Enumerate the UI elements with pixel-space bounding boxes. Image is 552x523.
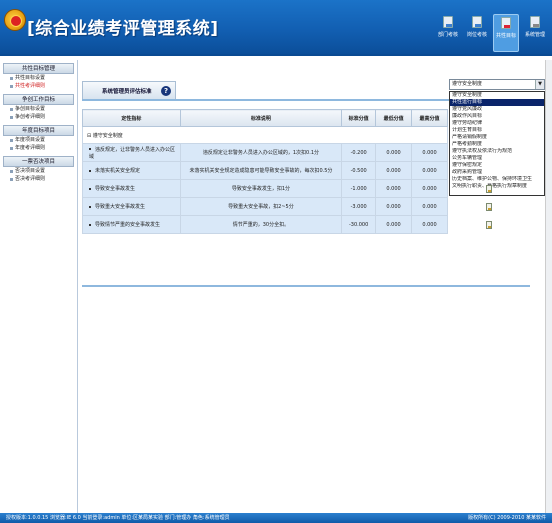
- min-score-cell: 0.000: [375, 143, 413, 162]
- sidebar-item-common-setting[interactable]: 共性目标设置: [3, 74, 74, 82]
- sidebar-group-header[interactable]: 一票否决项目: [3, 156, 74, 167]
- page-title-text: 系统管理员评估标准: [102, 88, 152, 95]
- nav-label: 岗位考核: [466, 32, 487, 38]
- divider: [82, 285, 530, 287]
- sidebar-item-compete-rules[interactable]: 争创考评细则: [3, 113, 74, 121]
- edit-cell: [448, 216, 530, 234]
- group-cell: ⊟ 遵守安全制度: [82, 126, 448, 144]
- nav-position-assessment[interactable]: 岗位考核: [464, 14, 490, 52]
- column-header: 标准说明: [179, 109, 343, 127]
- nav-system-management[interactable]: 系统管理: [522, 14, 548, 52]
- description-cell: 情节严重的，30分全扣。: [179, 215, 343, 234]
- table-header-row: 定性指标 标准说明 标准分值 最低分值 最高分值: [82, 109, 448, 127]
- chevron-down-icon[interactable]: ▼: [535, 80, 544, 89]
- app-header: [综合业绩考评管理系统] 部门考核 岗位考核 共性目标 系统管理: [0, 0, 552, 56]
- table-row[interactable]: 违反规定，让非警务人员进入办公区域 违反规定让非警务人员进入办公区域的，1次扣0…: [82, 143, 448, 162]
- category-select-value: 遵守安全制度: [452, 81, 483, 87]
- edit-icon[interactable]: [486, 185, 492, 193]
- indicator-cell: 未落实机关安全规定: [82, 161, 181, 180]
- standard-score-cell: -0.500: [341, 161, 377, 180]
- table-row[interactable]: 导致安全事故发生 导致安全事故发生，扣1分 -1.000 0.000 0.000: [82, 179, 448, 198]
- column-header: 最高分值: [411, 109, 448, 127]
- main-content: 系统管理员评估标准 ? 遵守安全制度 ▼ 遵守安全制度 共性运行目标 遵守党风廉…: [79, 60, 552, 513]
- nav-label: 系统管理: [524, 32, 545, 38]
- document-icon: [443, 16, 453, 28]
- edit-cell: [448, 198, 530, 216]
- sidebar-group-header[interactable]: 年度目标项目: [3, 125, 74, 136]
- edit-icon[interactable]: [486, 221, 492, 229]
- sidebar-group-annual: 年度目标项目 年度项目设置 年度考评细则: [3, 125, 74, 152]
- top-nav: 部门考核 岗位考核 共性目标 系统管理: [435, 14, 548, 52]
- rules-table: 定性指标 标准说明 标准分值 最低分值 最高分值 ⊟ 遵守安全制度 违反规定，让…: [82, 109, 448, 234]
- group-label: 遵守安全制度: [92, 132, 123, 139]
- sidebar-group-compete: 争创工作目标 争创目标设置 争创考评细则: [3, 94, 74, 121]
- sidebar-group-header[interactable]: 共性目标管理: [3, 63, 74, 74]
- category-select[interactable]: 遵守安全制度 ▼: [449, 79, 545, 90]
- description-cell: 导致重大安全事故，扣2~5分: [179, 197, 343, 216]
- nav-label: 部门考核: [437, 32, 458, 38]
- sidebar-item-annual-rules[interactable]: 年度考评细则: [3, 144, 74, 152]
- sidebar-item-veto-setting[interactable]: 否决项目设置: [3, 167, 74, 175]
- sidebar-item-annual-setting[interactable]: 年度项目设置: [3, 136, 74, 144]
- document-red-icon: [501, 17, 511, 29]
- sidebar-item-compete-setting[interactable]: 争创目标设置: [3, 105, 74, 113]
- indicator-cell: 导致情节严重的安全事故发生: [82, 215, 181, 234]
- sidebar-item-veto-rules[interactable]: 否决考评细则: [3, 175, 74, 183]
- sidebar: 共性目标管理 共性目标设置 共性考评细则 争创工作目标 争创目标设置 争创考评细…: [0, 60, 78, 513]
- dropdown-option[interactable]: 遵守安全制度: [450, 92, 544, 99]
- indicator-cell: 违反规定，让非警务人员进入办公区域: [82, 143, 181, 162]
- indicator-cell: 导致安全事故发生: [82, 179, 181, 198]
- table-row[interactable]: 导致情节严重的安全事故发生 情节严重的，30分全扣。 -30.000 0.000…: [82, 215, 448, 234]
- sidebar-group-common: 共性目标管理 共性目标设置 共性考评细则: [3, 63, 74, 90]
- standard-score-cell: -1.000: [341, 179, 377, 198]
- gear-icon: [530, 16, 540, 28]
- min-score-cell: 0.000: [375, 179, 413, 198]
- min-score-cell: 0.000: [375, 197, 413, 216]
- emblem-logo: [4, 9, 26, 31]
- table-row[interactable]: 导致重大安全事故发生 导致重大安全事故，扣2~5分 -3.000 0.000 0…: [82, 197, 448, 216]
- dropdown-option[interactable]: 廉政作风目标: [450, 113, 544, 120]
- app-title: [综合业绩考评管理系统]: [27, 19, 219, 39]
- min-score-cell: 0.000: [375, 161, 413, 180]
- collapse-icon[interactable]: ⊟: [87, 133, 91, 139]
- standard-score-cell: -3.000: [341, 197, 377, 216]
- sidebar-group-veto: 一票否决项目 否决项目设置 否决考评细则: [3, 156, 74, 183]
- dropdown-option[interactable]: 共性运行目标: [450, 99, 544, 106]
- nav-label: 共性目标: [495, 33, 516, 39]
- document-icon: [472, 16, 482, 28]
- max-score-cell: 0.000: [411, 197, 448, 216]
- max-score-cell: 0.000: [411, 161, 448, 180]
- max-score-cell: 0.000: [411, 143, 448, 162]
- column-header: 定性指标: [82, 109, 181, 127]
- copyright: 版权所有(C) 2009-2010 某某软件: [468, 515, 546, 521]
- max-score-cell: 0.000: [411, 215, 448, 234]
- min-score-cell: 0.000: [375, 215, 413, 234]
- nav-department-assessment[interactable]: 部门考核: [435, 14, 461, 52]
- edit-icon[interactable]: [486, 203, 492, 211]
- table-row[interactable]: 未落实机关安全规定 未落实机关安全规定造成隐患可能导致安全事故的，每次扣0.5分…: [82, 161, 448, 180]
- column-header: 最低分值: [375, 109, 413, 127]
- max-score-cell: 0.000: [411, 179, 448, 198]
- nav-common-goals[interactable]: 共性目标: [493, 14, 519, 52]
- sidebar-group-header[interactable]: 争创工作目标: [3, 94, 74, 105]
- description-cell: 导致安全事故发生，扣1分: [179, 179, 343, 198]
- indicator-cell: 导致重大安全事故发生: [82, 197, 181, 216]
- status-bar: 授权版本:1.0.0.15 浏览器:IE 6.0 当前登录:admin 单位:区…: [0, 513, 552, 523]
- description-cell: 违反规定让非警务人员进入办公区域的，1次扣0.1分: [179, 143, 343, 162]
- column-header: 标准分值: [341, 109, 377, 127]
- standard-score-cell: -30.000: [341, 215, 377, 234]
- vertical-scrollbar[interactable]: [545, 60, 552, 513]
- help-icon[interactable]: ?: [161, 86, 171, 96]
- description-cell: 未落实机关安全规定造成隐患可能导致安全事故的，每次扣0.5分: [179, 161, 343, 180]
- page-title: 系统管理员评估标准 ?: [82, 81, 176, 99]
- dropdown-option[interactable]: 遵守党风廉政: [450, 106, 544, 113]
- status-info: 授权版本:1.0.0.15 浏览器:IE 6.0 当前登录:admin 单位:区…: [6, 515, 230, 521]
- operation-column: [448, 126, 530, 234]
- table-group-row[interactable]: ⊟ 遵守安全制度: [82, 126, 448, 144]
- standard-score-cell: -0.200: [341, 143, 377, 162]
- sidebar-item-common-rules[interactable]: 共性考评细则: [3, 82, 74, 90]
- edit-cell: [448, 180, 530, 198]
